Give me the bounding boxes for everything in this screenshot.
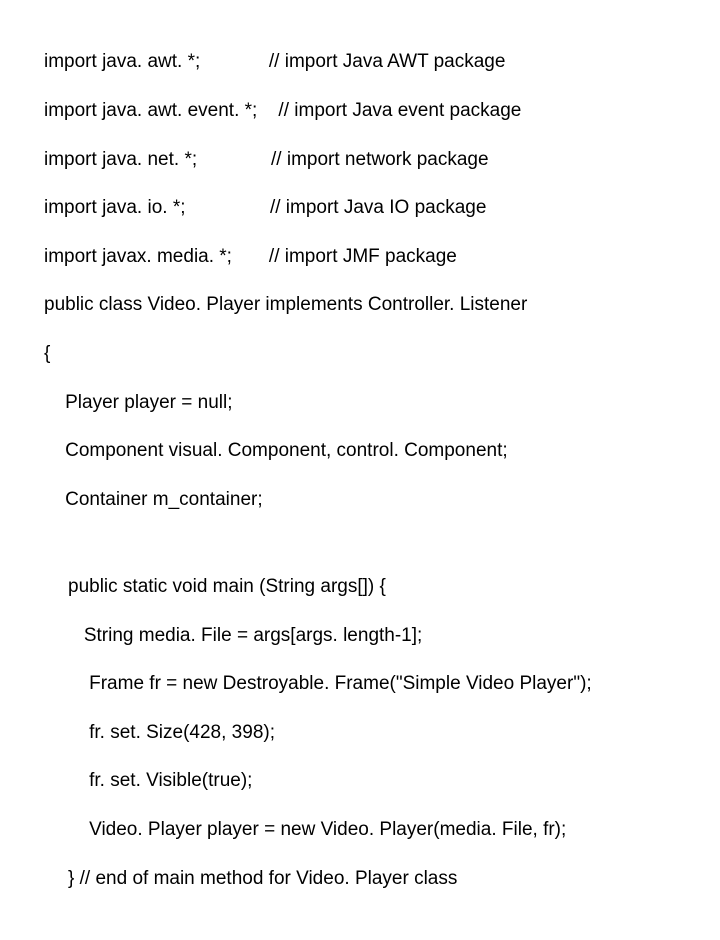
code-line: String media. File = args[args. length-1… — [68, 624, 720, 648]
code-line: import javax. media. *; // import JMF pa… — [44, 245, 720, 269]
code-block-main: public static void main (String args[]) … — [44, 551, 720, 916]
code-line: import java. awt. *; // import Java AWT … — [44, 50, 720, 74]
code-line: public class Video. Player implements Co… — [44, 293, 720, 317]
code-line: fr. set. Size(428, 398); — [68, 721, 720, 745]
code-line: import java. awt. event. *; // import Ja… — [44, 99, 720, 123]
code-slide: import java. awt. *; // import Java AWT … — [0, 0, 720, 940]
code-line: } // end of main method for Video. Playe… — [68, 867, 720, 891]
code-line: fr. set. Visible(true); — [68, 769, 720, 793]
code-line: Container m_container; — [44, 488, 720, 512]
code-line: Component visual. Component, control. Co… — [44, 439, 720, 463]
code-line: Player player = null; — [44, 391, 720, 415]
code-line: { — [44, 342, 720, 366]
code-line: import java. io. *; // import Java IO pa… — [44, 196, 720, 220]
code-line: Frame fr = new Destroyable. Frame("Simpl… — [68, 672, 720, 696]
code-line: import java. net. *; // import network p… — [44, 148, 720, 172]
code-line: Video. Player player = new Video. Player… — [68, 818, 720, 842]
code-line: public static void main (String args[]) … — [68, 575, 720, 599]
